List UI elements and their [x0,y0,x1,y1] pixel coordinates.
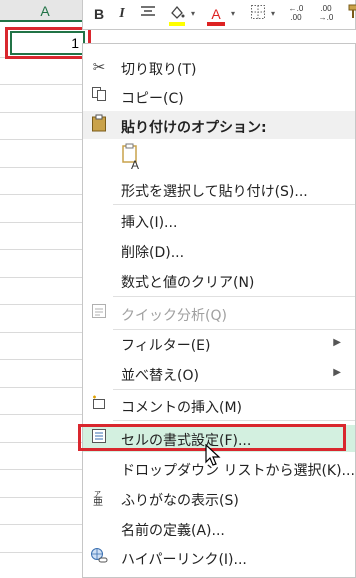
menu-item-label: ふりがなの表示(S) [121,493,239,509]
chevron-down-icon[interactable]: ▾ [189,4,197,24]
mouse-pointer-icon [205,443,221,468]
menu-item-define-name[interactable]: 名前の定義(A)... [83,515,355,542]
context-menu: ✂ 切り取り(T) コピー(C) 貼り付けのオプション: A 形式を選択して貼り… [82,43,356,578]
borders-icon[interactable] [249,4,267,24]
menu-item-insert[interactable]: 挿入(I)... [83,207,355,234]
menu-item-show-furigana[interactable]: ア亜 ふりがなの表示(S) [83,485,355,512]
chevron-down-icon[interactable]: ▾ [269,4,277,24]
menu-item-label: ドロップダウン リストから選択(K)... [121,463,355,479]
menu-item-delete[interactable]: 削除(D)... [83,237,355,264]
clipboard-icon [89,114,109,136]
svg-text:A: A [131,158,139,170]
menu-item-label: 挿入(I)... [121,215,178,231]
fill-color-swatch [169,22,185,26]
copy-icon [89,86,109,106]
column-selected-indicator [0,20,90,22]
svg-text:亜: 亜 [93,497,103,506]
italic-button[interactable]: I [115,4,129,24]
menu-item-clear-contents[interactable]: 数式と値のクリア(N) [83,267,355,294]
chevron-down-icon[interactable]: ▾ [229,4,237,24]
menu-item-quick-analysis: クイック分析(Q) [83,300,355,327]
paste-options-header: 貼り付けのオプション: [83,111,355,139]
menu-item-cut[interactable]: ✂ 切り取り(T) [83,54,355,81]
decrease-decimal-icon[interactable]: .00 →.0 [315,4,337,24]
comment-icon [89,395,109,415]
menu-item-paste-special[interactable]: 形式を選択して貼り付け(S)... [83,176,355,203]
bold-button[interactable]: B [91,4,107,24]
menu-item-sort[interactable]: 並べ替え(O) ▶ [83,360,355,387]
hyperlink-icon [89,547,109,567]
chevron-right-icon: ▶ [333,367,341,378]
menu-item-label: 数式と値のクリア(N) [121,275,255,291]
column-header-a[interactable]: A [0,0,90,22]
menu-item-label: 名前の定義(A)... [121,523,225,539]
menu-item-label: 削除(D)... [121,245,185,261]
furigana-icon: ア亜 [89,488,109,508]
menu-separator [113,204,355,205]
menu-item-hyperlink[interactable]: ハイパーリンク(I)... [83,544,355,571]
quick-analysis-icon [89,303,109,323]
menu-item-copy[interactable]: コピー(C) [83,83,355,110]
cell-highlight-frame [5,27,91,59]
menu-item-filter[interactable]: フィルター(E) ▶ [83,330,355,357]
menu-item-label: 貼り付けのオプション: [121,120,267,136]
menu-item-label: 切り取り(T) [121,62,197,78]
scissors-icon: ✂ [92,58,106,76]
fill-color-icon[interactable] [167,4,187,24]
paste-keep-text-icon[interactable]: A [121,142,143,172]
menu-item-label: フィルター(E) [121,338,211,354]
menu-separator [113,420,355,421]
chevron-right-icon: ▶ [333,337,341,348]
menu-item-label: コピー(C) [121,91,184,107]
menu-item-label: クイック分析(Q) [121,308,227,324]
mini-toolbar: B I ▾ A ▾ ▾ ←.0.00 .00 →.0 [82,0,356,30]
menu-separator [113,296,355,297]
column-letter: A [40,3,50,19]
font-color-button[interactable]: A [207,4,225,24]
menu-item-insert-comment[interactable]: コメントの挿入(M) [83,392,355,419]
menu-item-label: 形式を選択して貼り付け(S)... [121,184,308,200]
align-center-icon[interactable] [139,4,157,24]
format-painter-icon[interactable] [347,4,356,24]
menu-separator [113,389,355,390]
menu-item-label: ハイパーリンク(I)... [121,552,247,568]
menu-item-label: コメントの挿入(M) [121,400,243,416]
menu-item-label: 並べ替え(O) [121,368,199,384]
font-color-swatch [207,22,225,26]
increase-decimal-icon[interactable]: ←.0.00 [285,4,307,24]
